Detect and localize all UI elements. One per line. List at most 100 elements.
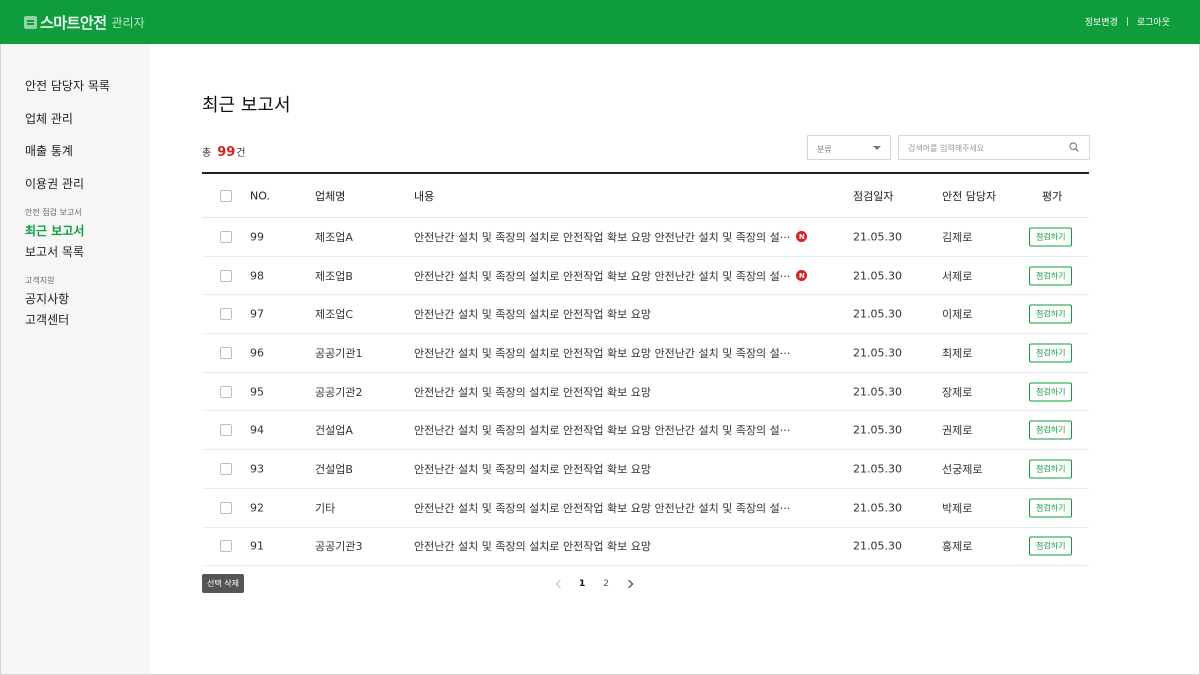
table-row[interactable]: 95 공공기관2 안전난간 설치 및 족장의 설치로 안전작업 확보 요망 21.05… [202, 373, 1089, 412]
row-manager: 박제로 [942, 501, 973, 515]
sidebar-item-notices[interactable]: 공지사항 [25, 290, 69, 307]
header-manager: 안전 담당자 [942, 189, 997, 203]
row-checkbox[interactable] [220, 346, 232, 359]
row-date: 21.05.30 [853, 230, 902, 244]
header-divider [1126, 17, 1128, 26]
edit-info-link[interactable]: 정보변경 [1085, 15, 1118, 28]
row-checkbox[interactable] [220, 501, 232, 514]
sidebar-item-sales-stats[interactable]: 매출 통계 [25, 142, 73, 159]
search-box [898, 135, 1090, 160]
row-content[interactable]: 안전난간 설치 및 족장의 설치로 안전작업 확보 요망 안전난간 설치 및 족… [414, 500, 814, 516]
row-content[interactable]: 안전난간 설치 및 족장의 설치로 안전작업 확보 요망 안전난간 설치 및 족… [414, 422, 814, 438]
table-row[interactable]: 99 제조업A 안전난간 설치 및 족장의 설치로 안전작업 확보 요망 안전난간 … [202, 218, 1089, 257]
inspect-button[interactable]: 점검하기 [1029, 227, 1073, 247]
header-evaluation: 평가 [1042, 189, 1063, 203]
row-content-text: 안전난간 설치 및 족장의 설치로 안전작업 확보 요망 [414, 462, 651, 476]
row-date: 21.05.30 [853, 307, 902, 321]
search-input[interactable] [899, 137, 1059, 160]
main-content: 최근 보고서 총 99 건 분류 NO. 업체명 내용 점검일자 안전 담당자 … [150, 44, 1199, 674]
row-checkbox[interactable] [220, 424, 232, 437]
inspect-button[interactable]: 점검하기 [1029, 382, 1073, 402]
table-row[interactable]: 94 건설업A 안전난간 설치 및 족장의 설치로 안전작업 확보 요망 안전난간 … [202, 411, 1089, 451]
row-no: 99 [250, 230, 264, 244]
row-no: 95 [250, 385, 264, 399]
row-content[interactable]: 안전난간 설치 및 족장의 설치로 안전작업 확보 요망 [414, 384, 814, 400]
inspect-button[interactable]: 점검하기 [1029, 459, 1073, 479]
logo-icon [24, 15, 37, 29]
row-no: 94 [250, 423, 264, 437]
row-company: 건설업A [315, 424, 353, 438]
row-checkbox-cell [220, 424, 232, 437]
inspect-button[interactable]: 점검하기 [1029, 266, 1073, 286]
chevron-right-icon[interactable] [624, 578, 636, 590]
category-select[interactable]: 분류 [807, 135, 891, 160]
row-checkbox[interactable] [220, 462, 232, 475]
row-content[interactable]: 안전난간 설치 및 족장의 설치로 안전작업 확보 요망 안전난간 설치 및 족… [414, 345, 814, 361]
row-company: 공공기관2 [315, 385, 363, 399]
table-row[interactable]: 91 공공기관3 안전난간 설치 및 족장의 설치로 안전작업 확보 요망 21.05… [202, 528, 1089, 567]
new-badge: N [796, 231, 808, 243]
row-date: 21.05.30 [853, 269, 902, 283]
row-checkbox-cell [220, 308, 232, 321]
row-content-text: 안전난간 설치 및 족장의 설치로 안전작업 확보 요망 안전난간 설치 및 족… [414, 230, 791, 244]
row-manager: 최제로 [942, 346, 973, 360]
row-evaluation-cell: 점검하기 [1029, 536, 1073, 556]
row-manager: 선궁제로 [942, 462, 983, 476]
row-content[interactable]: 안전난간 설치 및 족장의 설치로 안전작업 확보 요망 [414, 461, 814, 477]
table-header: NO. 업체명 내용 점검일자 안전 담당자 평가 [202, 172, 1089, 218]
logo[interactable]: 스마트안전 관리자 [24, 13, 145, 32]
row-no: 96 [250, 346, 264, 360]
row-checkbox[interactable] [220, 308, 232, 321]
sidebar-item-report-list[interactable]: 보고서 목록 [25, 243, 84, 260]
row-content-text: 안전난간 설치 및 족장의 설치로 안전작업 확보 요망 안전난간 설치 및 족… [414, 501, 791, 515]
inspect-button[interactable]: 점검하기 [1029, 498, 1073, 518]
page-2[interactable]: 2 [603, 579, 609, 589]
inspect-button[interactable]: 점검하기 [1029, 420, 1073, 440]
page-title: 최근 보고서 [202, 95, 291, 116]
inspect-button[interactable]: 점검하기 [1029, 304, 1073, 324]
inspect-button[interactable]: 점검하기 [1029, 536, 1073, 556]
logo-subtitle: 관리자 [111, 15, 145, 30]
sidebar-item-company-management[interactable]: 업체 관리 [25, 110, 73, 127]
sidebar-item-customer-center[interactable]: 고객센터 [25, 311, 69, 328]
delete-selected-button[interactable]: 선택 삭제 [202, 574, 244, 593]
table-row[interactable]: 96 공공기관1 안전난간 설치 및 족장의 설치로 안전작업 확보 요망 안전난간… [202, 334, 1089, 373]
category-select-value: 분류 [817, 145, 832, 154]
row-manager: 권제로 [942, 424, 973, 438]
header-company: 업체명 [315, 189, 346, 203]
sidebar-item-recent-reports[interactable]: 최근 보고서 [25, 222, 84, 239]
row-manager: 홍제로 [942, 540, 973, 554]
row-content-text: 안전난간 설치 및 족장의 설치로 안전작업 확보 요망 안전난간 설치 및 족… [414, 346, 791, 360]
row-checkbox[interactable] [220, 230, 232, 243]
chevron-left-icon[interactable] [553, 578, 565, 590]
row-evaluation-cell: 점검하기 [1029, 498, 1073, 518]
page-1[interactable]: 1 [579, 579, 585, 589]
table-row[interactable]: 92 기타 안전난간 설치 및 족장의 설치로 안전작업 확보 요망 안전난간 설치… [202, 489, 1089, 528]
row-no: 91 [250, 539, 264, 553]
row-content[interactable]: 안전난간 설치 및 족장의 설치로 안전작업 확보 요망 안전난간 설치 및 족… [414, 229, 814, 245]
row-content-text: 안전난간 설치 및 족장의 설치로 안전작업 확보 요망 안전난간 설치 및 족… [414, 269, 791, 283]
search-icon[interactable] [1069, 142, 1079, 152]
select-all-checkbox[interactable] [220, 189, 232, 202]
row-checkbox-cell [220, 269, 232, 282]
row-checkbox[interactable] [220, 540, 232, 553]
row-content[interactable]: 안전난간 설치 및 족장의 설치로 안전작업 확보 요망 [414, 306, 814, 322]
logout-link[interactable]: 로그아웃 [1137, 15, 1170, 28]
total-prefix: 총 [202, 148, 212, 159]
sidebar-item-safety-manager-list[interactable]: 안전 담당자 목록 [25, 77, 110, 94]
row-content-text: 안전난간 설치 및 족장의 설치로 안전작업 확보 요망 [414, 540, 651, 554]
table-row[interactable]: 93 건설업B 안전난간 설치 및 족장의 설치로 안전작업 확보 요망 21.05.… [202, 450, 1089, 489]
row-checkbox[interactable] [220, 269, 232, 282]
table-row[interactable]: 97 제조업C 안전난간 설치 및 족장의 설치로 안전작업 확보 요망 21.05.… [202, 295, 1089, 335]
sidebar-item-pass-management[interactable]: 이용권 관리 [25, 175, 84, 192]
row-date: 21.05.30 [853, 462, 902, 476]
table-row[interactable]: 98 제조업B 안전난간 설치 및 족장의 설치로 안전작업 확보 요망 안전난간 … [202, 257, 1089, 296]
row-evaluation-cell: 점검하기 [1029, 227, 1073, 247]
select-all-checkbox-cell [220, 189, 232, 202]
row-manager: 장제로 [942, 385, 973, 399]
row-date: 21.05.30 [853, 501, 902, 515]
inspect-button[interactable]: 점검하기 [1029, 343, 1073, 363]
row-content[interactable]: 안전난간 설치 및 족장의 설치로 안전작업 확보 요망 안전난간 설치 및 족… [414, 268, 814, 284]
row-checkbox[interactable] [220, 385, 232, 398]
row-content[interactable]: 안전난간 설치 및 족장의 설치로 안전작업 확보 요망 [414, 538, 814, 554]
